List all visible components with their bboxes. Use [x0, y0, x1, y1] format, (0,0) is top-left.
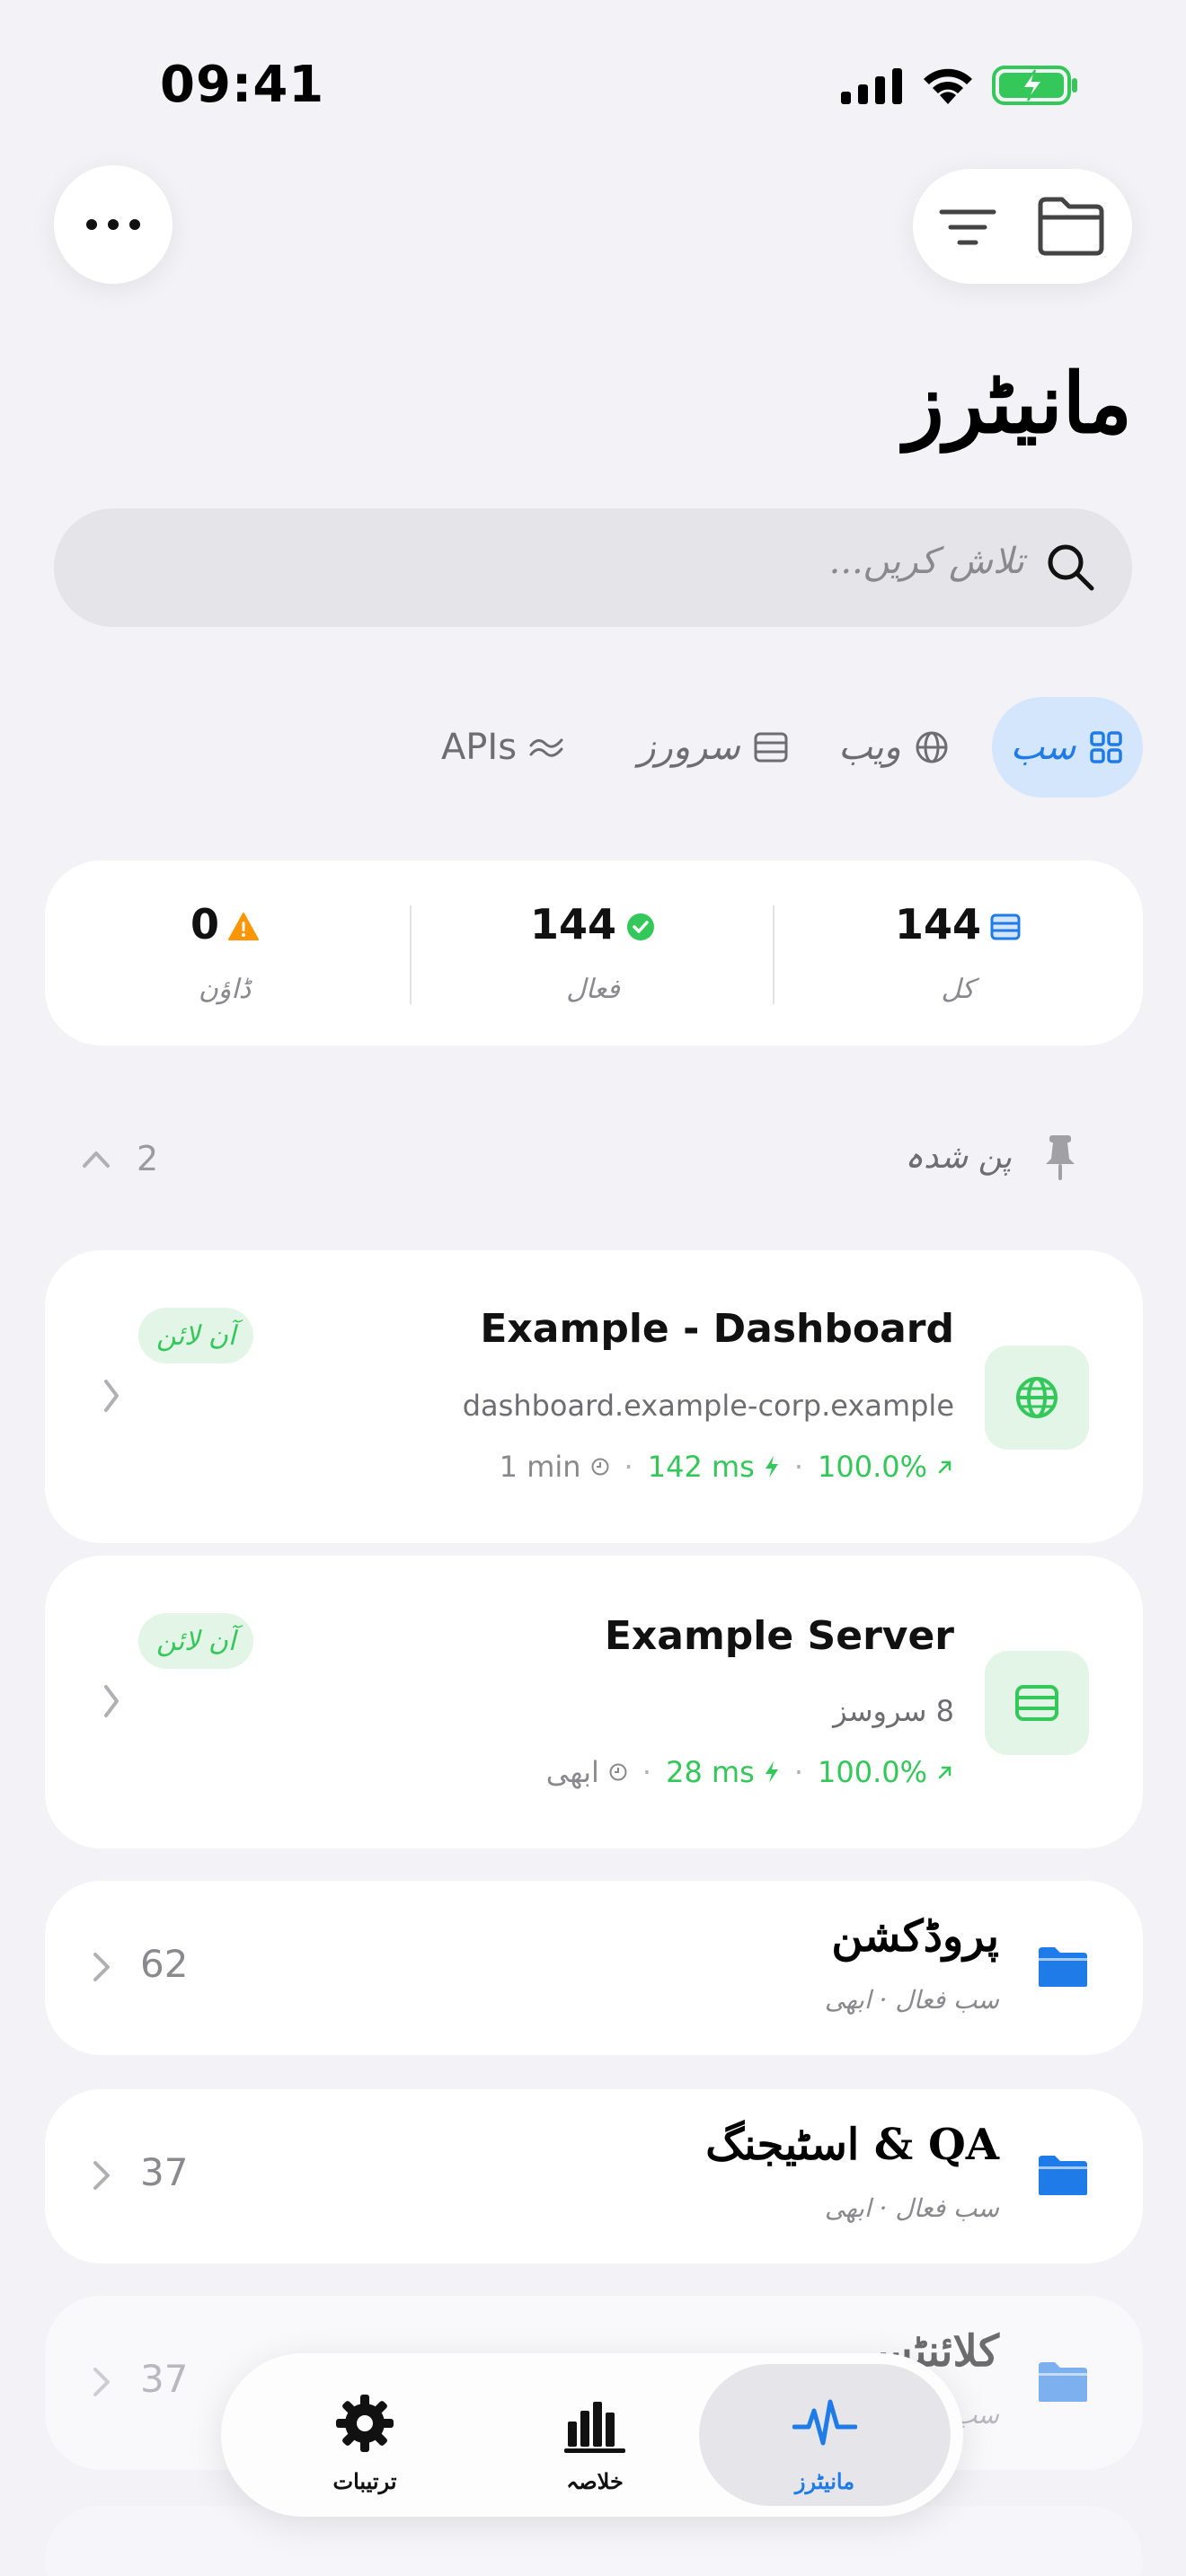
folder-count: 37: [140, 2357, 189, 2401]
search-bar[interactable]: تلاش کریں...: [54, 508, 1132, 627]
page-title: مانیٹرز: [904, 355, 1132, 452]
filter-label: APIs: [440, 727, 518, 768]
globe-icon: [1016, 1377, 1058, 1418]
battery-charging-icon: [992, 66, 1077, 105]
tab-monitors[interactable]: مانیٹرز: [699, 2364, 951, 2506]
server-icon: [1015, 1685, 1058, 1721]
check-circle-icon: [627, 913, 655, 940]
folder-summary: سب فعال · ابھی: [824, 2193, 999, 2223]
chevron-up-icon: [83, 1151, 110, 1168]
folder-name: پروڈکشن: [831, 1911, 999, 1962]
folder-count: 37: [140, 2150, 189, 2194]
monitor-name: Example - Dashboard: [480, 1306, 954, 1352]
monitor-card[interactable]: Example Server 8 سروسز ابھی · 28 ms · 10…: [45, 1556, 1143, 1848]
folder-icon: [1039, 1947, 1087, 1987]
status-time: 09:41: [160, 56, 325, 114]
tab-summary[interactable]: خلاصہ: [469, 2364, 721, 2506]
folder-icon: [1039, 2156, 1087, 2195]
folder-count: 62: [140, 1942, 189, 1986]
tab-label: مانیٹرز: [794, 2468, 855, 2494]
server-icon: [754, 732, 788, 763]
bolt-icon: [765, 1761, 778, 1783]
chevron-right-icon: [93, 2161, 110, 2190]
gear-icon: [336, 2395, 394, 2452]
toolbar-pill: [913, 169, 1132, 284]
tab-settings[interactable]: ترتیبات: [239, 2364, 491, 2506]
folder-row-staging[interactable]: QA & اسٹیجنگ سب فعال · ابھی 37: [45, 2089, 1143, 2263]
tab-label: خلاصہ: [566, 2468, 624, 2494]
more-button[interactable]: [54, 165, 173, 284]
wifi-icon: [924, 68, 972, 104]
api-wave-icon: [529, 738, 563, 757]
filter-label: ویب: [838, 727, 901, 768]
monitor-name: Example Server: [604, 1613, 954, 1659]
stat-active: 144 فعال: [413, 860, 773, 1045]
warning-icon: [228, 913, 259, 940]
monitor-uptime: 100.0%: [817, 1755, 927, 1789]
stat-value: 144: [529, 900, 617, 948]
search-placeholder: تلاش کریں...: [828, 541, 1024, 582]
stats-card: 0 ڈاؤن 144 فعال 144 کل: [45, 860, 1143, 1045]
filter-label: سرورز: [638, 727, 740, 768]
clock-icon: [591, 1458, 609, 1476]
monitor-interval: ابھی: [545, 1755, 599, 1789]
bar-chart-icon: [564, 2402, 625, 2453]
clock-icon: [609, 1763, 627, 1781]
stat-total: 144 کل: [778, 860, 1137, 1045]
chevron-right-icon: [93, 2368, 110, 2396]
sort-lines-icon[interactable]: [936, 196, 999, 259]
tab-label: ترتیبات: [332, 2468, 397, 2494]
server-icon: [990, 913, 1021, 940]
chevron-right-icon: [93, 1953, 110, 1981]
status-badge: آن لائن: [138, 1308, 254, 1363]
filter-chip-servers[interactable]: سرورز: [633, 697, 794, 798]
folder-icon: [1039, 2362, 1087, 2402]
monitor-type-icon: [985, 1345, 1089, 1450]
stat-label: ڈاؤن: [198, 974, 252, 1005]
stat-label: فعال: [566, 974, 620, 1005]
chevron-left-icon: [104, 1380, 119, 1412]
cellular-signal-icon: [841, 68, 902, 104]
pinned-section-header[interactable]: 2 پن شدہ: [54, 1134, 1087, 1187]
filter-chip-apis[interactable]: APIs: [422, 697, 584, 798]
monitor-card[interactable]: Example - Dashboard dashboard.example-co…: [45, 1250, 1143, 1543]
folder-icon[interactable]: [1035, 192, 1107, 259]
arrow-up-right-icon: [938, 1460, 951, 1474]
pinned-count: 2: [137, 1139, 159, 1178]
stat-value: 144: [894, 900, 982, 948]
grid-icon: [1090, 731, 1123, 763]
arrow-up-right-icon: [938, 1766, 951, 1779]
stat-value: 0: [190, 900, 219, 948]
folder-summary: سب فعال · ابھی: [824, 1985, 999, 2015]
folder-name: QA & اسٹیجنگ: [705, 2120, 999, 2170]
filter-chip-all[interactable]: سب: [992, 697, 1143, 798]
monitor-metrics: ابھی · 28 ms · 100.0%: [546, 1755, 954, 1789]
monitor-url: dashboard.example-corp.example: [462, 1389, 954, 1423]
divider: [410, 905, 412, 1004]
stat-down: 0 ڈاؤن: [45, 860, 404, 1045]
chevron-left-icon: [104, 1685, 119, 1717]
divider: [773, 905, 774, 1004]
stat-label: کل: [941, 974, 975, 1005]
monitor-type-icon: [985, 1651, 1089, 1755]
monitor-services: 8 سروسز: [833, 1694, 954, 1728]
status-badge: آن لائن: [138, 1613, 254, 1669]
folder-row-production[interactable]: پروڈکشن سب فعال · ابھی 62: [45, 1881, 1143, 2055]
monitor-metrics: 1 min · 142 ms · 100.0%: [500, 1450, 954, 1484]
ellipsis-icon: [86, 219, 140, 230]
pinned-label: پن شدہ: [904, 1139, 1012, 1176]
status-bar: 09:41: [0, 0, 1186, 162]
search-icon: [1048, 544, 1094, 591]
monitor-latency: 142 ms: [647, 1450, 755, 1484]
globe-icon: [916, 731, 948, 763]
pulse-icon: [792, 2399, 857, 2446]
bolt-icon: [765, 1456, 778, 1478]
monitor-uptime: 100.0%: [817, 1450, 927, 1484]
monitor-interval: 1 min: [499, 1450, 581, 1484]
filter-chip-web[interactable]: ویب: [827, 697, 961, 798]
filter-label: سب: [1010, 727, 1076, 768]
tab-bar: ترتیبات خلاصہ مانیٹرز: [221, 2353, 963, 2517]
monitor-latency: 28 ms: [666, 1755, 755, 1789]
pin-icon: [1046, 1135, 1075, 1180]
